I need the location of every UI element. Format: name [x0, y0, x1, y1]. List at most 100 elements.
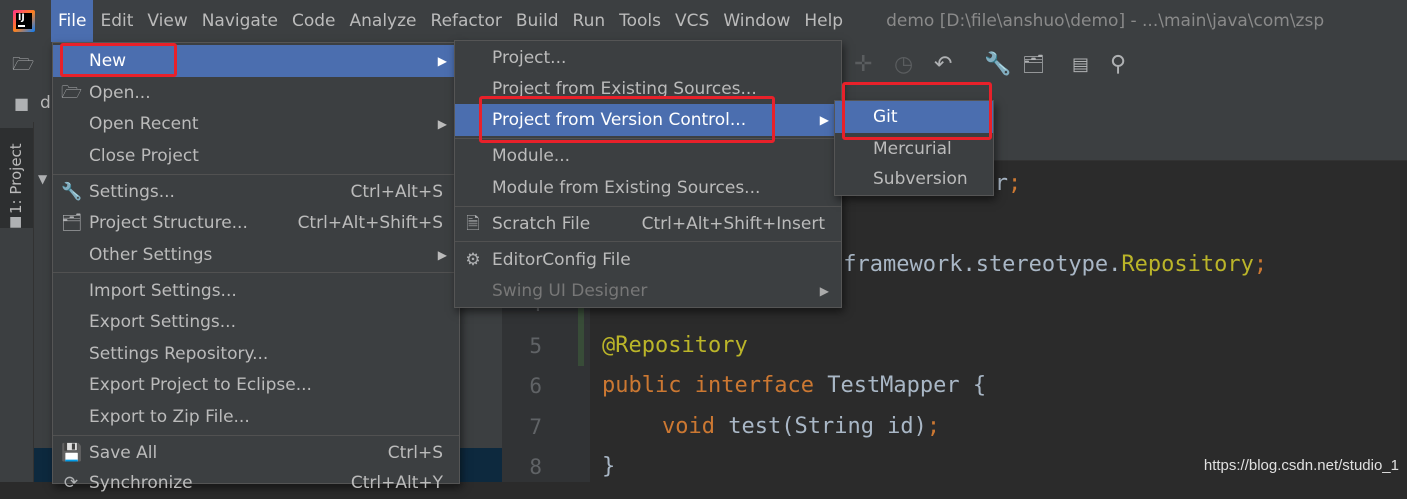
menu-item-label: Swing UI Designer	[492, 281, 648, 301]
file-menu-synchronize[interactable]: ⟳ Synchronize Ctrl+Alt+Y	[53, 467, 459, 499]
new-menu-project-existing[interactable]: Project from Existing Sources...	[455, 73, 841, 105]
sync-icon: ⟳	[63, 473, 79, 493]
menu-item-label: Synchronize	[89, 473, 193, 493]
change-marker	[578, 300, 584, 366]
menu-file[interactable]: File	[51, 0, 94, 42]
code-line-import-repository: gframework.stereotype.Repository;	[830, 252, 1267, 277]
code-line-annotation: @Repository	[602, 333, 748, 358]
menu-analyze[interactable]: Analyze	[343, 0, 424, 42]
undo-icon[interactable]: ↶	[934, 53, 952, 77]
submenu-arrow-icon: ▶	[437, 54, 447, 68]
submenu-arrow-icon: ▶	[819, 284, 829, 298]
file-menu-open[interactable]: 🗁 Open...	[53, 77, 459, 109]
history-icon[interactable]: ◷	[894, 53, 913, 77]
file-menu-export-eclipse[interactable]: Export Project to Eclipse...	[53, 369, 459, 401]
menu-help[interactable]: Help	[797, 0, 850, 42]
menu-edit[interactable]: Edit	[93, 0, 140, 42]
code-class: Repository	[1121, 252, 1254, 277]
file-menu-settings-repository[interactable]: Settings Repository...	[53, 338, 459, 370]
line-number: 7	[529, 415, 542, 439]
menu-item-shortcut: Ctrl+Alt+Shift+S	[297, 213, 443, 233]
menu-bar: IJ File Edit View Navigate Code Analyze …	[0, 0, 1407, 42]
new-menu-swing-designer[interactable]: Swing UI Designer ▶	[455, 275, 841, 307]
line-number: 8	[529, 455, 542, 479]
menu-refactor[interactable]: Refactor	[424, 0, 509, 42]
menu-view[interactable]: View	[140, 0, 194, 42]
code-punct: ;	[926, 414, 941, 439]
file-menu: New ▶ 🗁 Open... Open Recent ▶ Close Proj…	[52, 42, 460, 493]
project-structure-icon[interactable]: 🗂	[1022, 53, 1045, 77]
menu-item-label: Import Settings...	[89, 281, 237, 301]
new-menu-project[interactable]: Project...	[455, 42, 841, 74]
submenu-arrow-icon: ▶	[819, 113, 829, 127]
menu-item-label: Project from Version Control...	[492, 110, 747, 130]
left-tool-strip: 1: Project ■	[0, 122, 34, 482]
project-folder-icon: ■	[14, 94, 30, 113]
expand-arrow-icon[interactable]: ▼	[38, 172, 47, 186]
open-folder-icon[interactable]: 🗁	[12, 53, 34, 77]
folder-icon: ■	[9, 214, 23, 230]
file-menu-settings[interactable]: 🔧 Settings... Ctrl+Alt+S	[53, 176, 459, 208]
menu-item-label: Scratch File	[492, 214, 591, 234]
menu-build[interactable]: Build	[509, 0, 566, 42]
wrench-icon[interactable]: 🔧	[984, 53, 1011, 77]
vcs-menu-mercurial[interactable]: Mercurial	[835, 133, 993, 165]
new-menu-editorconfig[interactable]: ⚙ EditorConfig File	[455, 244, 841, 276]
file-menu-export-zip[interactable]: Export to Zip File...	[53, 401, 459, 433]
file-menu-project-structure[interactable]: 🗂 Project Structure... Ctrl+Alt+Shift+S	[53, 207, 459, 239]
line-number: 6	[529, 374, 542, 398]
menu-code[interactable]: Code	[285, 0, 343, 42]
code-keyword: public	[602, 373, 682, 398]
project-structure-icon: 🗂	[61, 213, 83, 233]
breadcrumb-project[interactable]: d	[40, 93, 51, 113]
code-text: gframework.stereotype.	[830, 252, 1122, 277]
menu-item-label: Settings Repository...	[89, 344, 269, 364]
file-menu-import-settings[interactable]: Import Settings...	[53, 275, 459, 307]
menu-tools[interactable]: Tools	[612, 0, 668, 42]
menu-item-label: Project Structure...	[89, 213, 248, 233]
file-menu-other-settings[interactable]: Other Settings ▶	[53, 239, 459, 271]
menu-item-label: Git	[873, 107, 898, 127]
menu-item-shortcut: Ctrl+S	[387, 443, 443, 463]
menu-navigate[interactable]: Navigate	[195, 0, 285, 42]
wrench-icon: 🔧	[61, 182, 83, 202]
menu-item-label: Save All	[89, 443, 158, 463]
submenu-arrow-icon: ▶	[437, 117, 447, 131]
stop-icon[interactable]: ✛	[854, 53, 872, 77]
file-menu-export-settings[interactable]: Export Settings...	[53, 306, 459, 338]
menu-item-label: Export Project to Eclipse...	[89, 375, 312, 395]
file-menu-open-recent[interactable]: Open Recent ▶	[53, 108, 459, 140]
menu-item-label: Settings...	[89, 182, 175, 202]
save-icon: 💾	[61, 443, 83, 463]
menu-separator	[53, 174, 459, 175]
new-menu-module-existing[interactable]: Module from Existing Sources...	[455, 172, 841, 204]
menu-window[interactable]: Window	[716, 0, 797, 42]
file-menu-new[interactable]: New ▶	[53, 45, 459, 77]
project-tool-tab-label: 1: Project	[7, 143, 25, 214]
code-punct: ;	[1253, 252, 1268, 277]
menu-item-label: Project from Existing Sources...	[492, 79, 757, 99]
new-submenu: Project... Project from Existing Sources…	[454, 40, 842, 308]
menu-item-label: Close Project	[89, 146, 199, 166]
run-window-icon[interactable]: ▤	[1072, 53, 1089, 77]
intellij-logo-icon: IJ	[13, 10, 35, 32]
new-menu-module[interactable]: Module...	[455, 140, 841, 172]
submenu-arrow-icon: ▶	[437, 248, 447, 262]
gear-icon: ⚙	[465, 250, 481, 270]
menu-separator	[53, 435, 459, 436]
menu-item-label: New	[89, 51, 127, 71]
vcs-menu-git[interactable]: Git	[835, 101, 993, 133]
menu-item-label: Open...	[89, 83, 151, 103]
menu-vcs[interactable]: VCS	[668, 0, 716, 42]
vcs-submenu: Git Mercurial Subversion	[834, 100, 994, 196]
menu-run[interactable]: Run	[566, 0, 613, 42]
new-menu-project-vcs[interactable]: Project from Version Control... ▶	[455, 104, 841, 136]
new-menu-scratch[interactable]: 🗎 Scratch File Ctrl+Alt+Shift+Insert	[455, 208, 841, 240]
file-menu-close-project[interactable]: Close Project	[53, 140, 459, 172]
search-icon[interactable]: ⚲	[1110, 53, 1126, 77]
vcs-menu-subversion[interactable]: Subversion	[835, 163, 993, 195]
watermark: https://blog.csdn.net/studio_1	[1203, 457, 1399, 474]
project-tool-tab[interactable]: 1: Project	[0, 128, 33, 228]
code-punct: {	[972, 373, 987, 398]
file-menu-save-all[interactable]: 💾 Save All Ctrl+S	[53, 437, 459, 469]
